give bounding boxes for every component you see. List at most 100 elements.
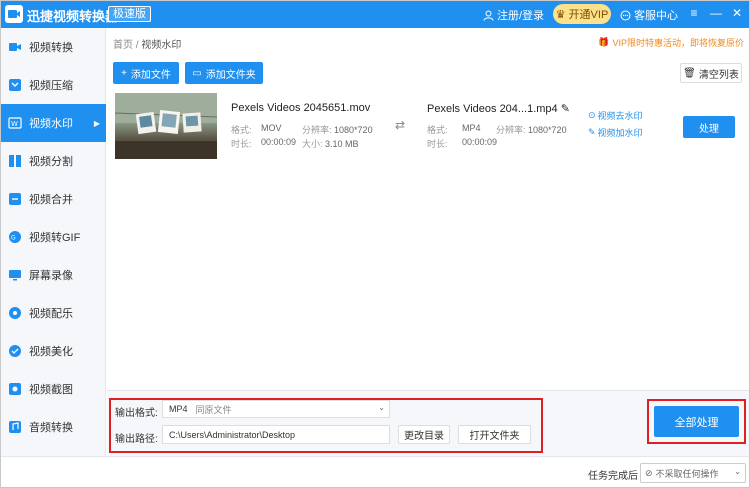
output-duration: 时长: — [427, 137, 448, 150]
sidebar-item-label: 视频合并 — [29, 194, 73, 206]
sidebar-item-label: 视频压缩 — [29, 80, 73, 92]
source-file-name: Pexels Videos 2045651.mov — [231, 102, 371, 114]
plus-icon: + — [121, 67, 127, 79]
user-icon — [483, 10, 494, 21]
vip-promo-link[interactable]: 🎁 VIP限时特惠活动，即将恢复原价 — [598, 36, 744, 49]
sidebar-item-video-split[interactable]: 视频分割 — [1, 142, 106, 180]
source-format: 格式: — [231, 123, 252, 136]
add-watermark-link[interactable]: ✎ 视频加水印 — [588, 126, 643, 139]
title-bar: 迅捷视频转换器 极速版 注册/登录 ♛ 开通VIP 客服中心 ≡ — ✕ — [0, 0, 750, 28]
on-complete-value: 不采取任何操作 — [655, 468, 719, 479]
edit-pencil-icon[interactable]: ✎ — [561, 103, 570, 115]
source-duration: 时长: — [231, 137, 252, 150]
output-resolution: 分辨率: 1080*720 — [496, 123, 567, 136]
login-label: 注册/登录 — [497, 10, 545, 22]
clear-list-button[interactable]: 🗑 清空列表 — [680, 63, 742, 83]
vip-label: 开通VIP — [568, 9, 609, 21]
source-size-value: 3.10 MB — [325, 139, 359, 149]
source-format-value-text: MOV — [261, 123, 282, 133]
output-format: 格式: — [427, 123, 448, 136]
svg-text:W: W — [11, 120, 18, 128]
video-convert-icon — [7, 39, 23, 55]
file-list-item: Pexels Videos 2045651.mov 格式: MOV 分辨率: 1… — [112, 90, 744, 162]
breadcrumb-separator: / — [135, 40, 139, 51]
output-file-name: Pexels Videos 204...1.mp4 ✎ — [427, 102, 570, 115]
video-watermark-icon: W — [7, 115, 23, 131]
trash-icon: 🗑 — [683, 67, 696, 79]
video-music-icon — [7, 305, 23, 321]
sidebar-item-video-music[interactable]: 视频配乐 — [1, 294, 106, 332]
sidebar-item-audio-convert[interactable]: 音频转换 — [1, 408, 106, 446]
chevron-down-icon: ⌄ — [734, 467, 741, 476]
sidebar-item-video-convert[interactable]: 视频转换 — [1, 28, 106, 66]
output-file-name-text: Pexels Videos 204...1.mp4 — [427, 103, 558, 115]
source-format-label: 格式: — [231, 125, 252, 135]
source-resolution: 分辨率: 1080*720 — [302, 123, 373, 136]
login-link[interactable]: 注册/登录 — [483, 7, 544, 23]
close-button[interactable]: ✕ — [729, 5, 745, 21]
clear-list-label: 清空列表 — [698, 69, 739, 81]
video-beautify-icon — [7, 343, 23, 359]
sidebar-item-video-merge[interactable]: 视频合并 — [1, 180, 106, 218]
chat-icon — [620, 10, 631, 20]
screen-record-icon — [7, 267, 23, 283]
output-format-value: MP4 — [462, 123, 481, 133]
sidebar-item-video-watermark[interactable]: W 视频水印 ▶ — [1, 104, 106, 142]
sidebar-item-video-screenshot[interactable]: 视频截图 — [1, 370, 106, 408]
video-thumbnail — [115, 93, 217, 159]
sidebar-item-label: 屏幕录像 — [29, 270, 73, 282]
on-complete-label: 任务完成后 — [588, 471, 638, 482]
menu-button[interactable]: ≡ — [686, 5, 702, 21]
output-duration-value: 00:00:09 — [462, 137, 497, 147]
support-link[interactable]: 客服中心 — [620, 7, 678, 23]
sidebar-item-video-compress[interactable]: 视频压缩 — [1, 66, 106, 104]
edition-badge: 极速版 — [108, 6, 151, 22]
sidebar-item-label: 视频转GIF — [29, 232, 81, 244]
add-file-button[interactable]: + 添加文件 — [113, 62, 179, 84]
video-gif-icon: G — [7, 229, 23, 245]
status-bar: 任务完成后 ⊘ 不采取任何操作 ⌄ — [0, 456, 750, 488]
vip-promo-text: VIP限时特惠活动，即将恢复原价 — [612, 38, 744, 48]
source-resolution-label: 分辨率: — [302, 125, 332, 135]
sidebar-item-label: 视频美化 — [29, 346, 73, 358]
sidebar-item-label: 视频转换 — [29, 42, 73, 54]
process-button[interactable]: 处理 — [683, 116, 735, 138]
sidebar-item-label: 视频配乐 — [29, 308, 73, 320]
minimize-button[interactable]: — — [708, 5, 724, 21]
sidebar-item-label: 视频截图 — [29, 384, 73, 396]
sidebar-item-label: 视频水印 — [29, 118, 73, 130]
output-format-label: 格式: — [427, 125, 448, 135]
sidebar-item-screen-record[interactable]: 屏幕录像 — [1, 256, 106, 294]
add-folder-label: 添加文件夹 — [205, 69, 256, 81]
source-duration-value: 00:00:09 — [261, 137, 296, 147]
output-format-value-text: MP4 — [462, 123, 481, 133]
source-format-value: MOV — [261, 123, 282, 133]
audio-convert-icon — [7, 419, 23, 435]
remove-watermark-link[interactable]: ⊙ 视频去水印 — [588, 109, 643, 122]
sidebar: 视频转换 视频压缩 W 视频水印 ▶ 视频分割 视频合并 G 视频转GIF 屏幕… — [1, 28, 106, 456]
video-merge-icon — [7, 191, 23, 207]
app-logo-icon — [5, 5, 23, 23]
convert-arrow-icon: ⇄ — [395, 118, 406, 132]
crown-icon: ♛ — [555, 8, 566, 21]
video-split-icon — [7, 153, 23, 169]
open-vip-button[interactable]: ♛ 开通VIP — [553, 4, 611, 24]
breadcrumb: 首页 / 视频水印 — [113, 36, 181, 51]
source-duration-label: 时长: — [231, 139, 252, 149]
output-duration-value-text: 00:00:09 — [462, 137, 498, 147]
breadcrumb-home[interactable]: 首页 — [113, 40, 133, 51]
close-icon: ✕ — [731, 6, 743, 20]
on-complete-select[interactable]: ⊘ 不采取任何操作 ⌄ — [640, 463, 746, 483]
add-folder-button[interactable]: ▭ 添加文件夹 — [185, 62, 263, 84]
sidebar-item-video-beautify[interactable]: 视频美化 — [1, 332, 106, 370]
support-label: 客服中心 — [634, 10, 678, 22]
highlight-box-process-all — [647, 399, 746, 444]
svg-text:G: G — [11, 235, 16, 242]
breadcrumb-current: 视频水印 — [141, 40, 182, 51]
gift-icon: 🎁 — [598, 37, 610, 47]
sidebar-item-video-gif[interactable]: G 视频转GIF — [1, 218, 106, 256]
folder-icon: ▭ — [192, 67, 202, 79]
edit-square-icon: ✎ — [588, 127, 596, 137]
sidebar-item-label: 音频转换 — [29, 422, 73, 434]
output-resolution-label: 分辨率: — [496, 125, 526, 135]
